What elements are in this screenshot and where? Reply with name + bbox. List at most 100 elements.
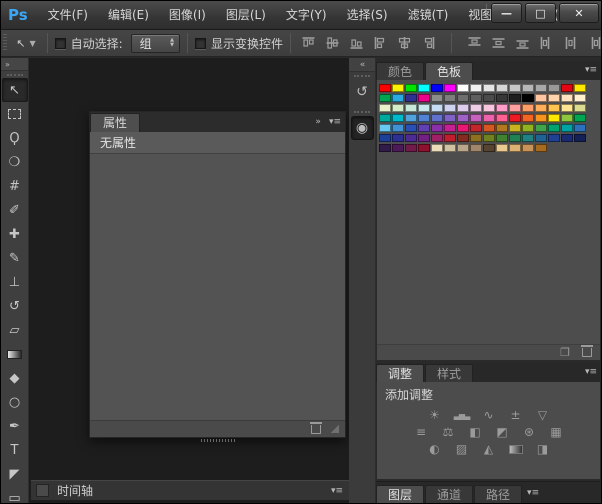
- quick-selection-tool[interactable]: ❍: [2, 150, 28, 174]
- timeline-panel-icon[interactable]: [36, 484, 49, 497]
- menu-item-6[interactable]: 选择(S): [337, 1, 398, 30]
- swatch-r1-c3[interactable]: [405, 84, 417, 92]
- swatch-r3-c3[interactable]: [405, 104, 417, 112]
- swatch-r2-c14[interactable]: [548, 94, 560, 102]
- toolbar-grip[interactable]: [1, 71, 28, 78]
- swatch-r2-c1[interactable]: [379, 94, 391, 102]
- swatch-r5-c16[interactable]: [574, 124, 586, 132]
- swatch-r2-c10[interactable]: [496, 94, 508, 102]
- swatch-r3-c16[interactable]: [574, 104, 586, 112]
- swatch-r7-c6[interactable]: [444, 144, 456, 152]
- tool-preset-picker[interactable]: ↖ ▼: [12, 35, 39, 52]
- swatch-r2-c7[interactable]: [457, 94, 469, 102]
- swatch-r3-c10[interactable]: [496, 104, 508, 112]
- swatch-r4-c16[interactable]: [574, 114, 586, 122]
- swatch-r1-c1[interactable]: [379, 84, 391, 92]
- panel-menu-icon[interactable]: ▾≡: [325, 113, 345, 132]
- swatch-r4-c12[interactable]: [522, 114, 534, 122]
- swatch-r3-c12[interactable]: [522, 104, 534, 112]
- align-horizontal-centers-button[interactable]: [396, 35, 413, 51]
- close-button[interactable]: ✕: [559, 3, 599, 23]
- swatch-r4-c10[interactable]: [496, 114, 508, 122]
- blur-tool[interactable]: ◆: [2, 366, 28, 390]
- swatch-r5-c8[interactable]: [470, 124, 482, 132]
- auto-select-checkbox[interactable]: [55, 38, 66, 49]
- path-selection-tool[interactable]: ◤: [2, 462, 28, 486]
- swatch-r5-c5[interactable]: [431, 124, 443, 132]
- selective-color-icon[interactable]: ◨: [534, 442, 552, 456]
- align-bottom-edges-button[interactable]: [348, 35, 365, 51]
- crop-tool[interactable]: #: [2, 174, 28, 198]
- swatch-r1-c10[interactable]: [496, 84, 508, 92]
- minimize-button[interactable]: —: [491, 3, 522, 23]
- swatch-r2-c12[interactable]: [522, 94, 534, 102]
- color-lookup-icon[interactable]: ▦: [547, 425, 565, 439]
- tab-路径[interactable]: 路径: [474, 485, 522, 503]
- align-right-edges-button[interactable]: [420, 35, 437, 51]
- swatch-r3-c15[interactable]: [561, 104, 573, 112]
- swatch-r7-c5[interactable]: [431, 144, 443, 152]
- menu-item-7[interactable]: 滤镜(T): [398, 1, 459, 30]
- swatch-r6-c11[interactable]: [509, 134, 521, 142]
- swatch-r1-c2[interactable]: [392, 84, 404, 92]
- gradient-tool[interactable]: [2, 342, 28, 366]
- distribute-right-edges-button[interactable]: [586, 35, 602, 51]
- panel-menu-icon[interactable]: ▾≡: [581, 363, 601, 382]
- invert-icon[interactable]: ◐: [426, 442, 444, 456]
- swatch-r7-c12[interactable]: [522, 144, 534, 152]
- swatch-r1-c16[interactable]: [574, 84, 586, 92]
- swatch-r2-c8[interactable]: [470, 94, 482, 102]
- swatch-r5-c3[interactable]: [405, 124, 417, 132]
- gradient-map-icon[interactable]: [507, 442, 525, 456]
- swatch-r4-c5[interactable]: [431, 114, 443, 122]
- panel-menu-icon[interactable]: ▾≡: [331, 486, 349, 496]
- swatch-r3-c2[interactable]: [392, 104, 404, 112]
- menu-item-4[interactable]: 图层(L): [216, 1, 276, 30]
- swatch-r4-c2[interactable]: [392, 114, 404, 122]
- swatch-r3-c7[interactable]: [457, 104, 469, 112]
- swatch-r6-c12[interactable]: [522, 134, 534, 142]
- swatch-r2-c6[interactable]: [444, 94, 456, 102]
- show-transform-checkbox[interactable]: [195, 38, 206, 49]
- swatch-r7-c13[interactable]: [535, 144, 547, 152]
- swatch-r2-c4[interactable]: [418, 94, 430, 102]
- swatch-r2-c16[interactable]: [574, 94, 586, 102]
- swatch-r6-c5[interactable]: [431, 134, 443, 142]
- swatch-r6-c13[interactable]: [535, 134, 547, 142]
- color-balance-icon[interactable]: ⚖: [439, 425, 457, 439]
- swatch-r5-c6[interactable]: [444, 124, 456, 132]
- new-swatch-icon[interactable]: ❐: [560, 347, 570, 358]
- resize-grip[interactable]: [331, 425, 339, 433]
- swatch-r2-c13[interactable]: [535, 94, 547, 102]
- swatch-r1-c6[interactable]: [444, 84, 456, 92]
- swatch-r3-c4[interactable]: [418, 104, 430, 112]
- swatch-r2-c3[interactable]: [405, 94, 417, 102]
- swatch-r4-c15[interactable]: [561, 114, 573, 122]
- pen-tool[interactable]: ✒: [2, 414, 28, 438]
- swatch-r1-c13[interactable]: [535, 84, 547, 92]
- dodge-tool[interactable]: ○: [2, 390, 28, 414]
- swatch-r4-c11[interactable]: [509, 114, 521, 122]
- distribute-bottom-edges-button[interactable]: [514, 35, 531, 51]
- swatch-r3-c11[interactable]: [509, 104, 521, 112]
- panel-drag-handle[interactable]: [201, 439, 235, 442]
- swatch-r6-c15[interactable]: [561, 134, 573, 142]
- swatch-r7-c8[interactable]: [470, 144, 482, 152]
- exposure-icon[interactable]: ±: [507, 408, 525, 422]
- menu-item-3[interactable]: 图像(I): [159, 1, 216, 30]
- canvas-area[interactable]: 属性 » ▾≡ 无属性 时间轴 ▾≡: [29, 58, 349, 504]
- swatch-r3-c13[interactable]: [535, 104, 547, 112]
- swatch-r5-c4[interactable]: [418, 124, 430, 132]
- swatch-r5-c1[interactable]: [379, 124, 391, 132]
- curves-icon[interactable]: ∿: [480, 408, 498, 422]
- tab-properties[interactable]: 属性: [90, 113, 140, 132]
- options-bar-grip[interactable]: [3, 34, 7, 52]
- align-left-edges-button[interactable]: [372, 35, 389, 51]
- swatch-r5-c9[interactable]: [483, 124, 495, 132]
- swatch-r6-c4[interactable]: [418, 134, 430, 142]
- swatch-r1-c12[interactable]: [522, 84, 534, 92]
- history-panel-icon[interactable]: ↺: [351, 80, 374, 104]
- swatch-r6-c6[interactable]: [444, 134, 456, 142]
- tab-样式[interactable]: 样式: [425, 364, 473, 382]
- swatch-r1-c5[interactable]: [431, 84, 443, 92]
